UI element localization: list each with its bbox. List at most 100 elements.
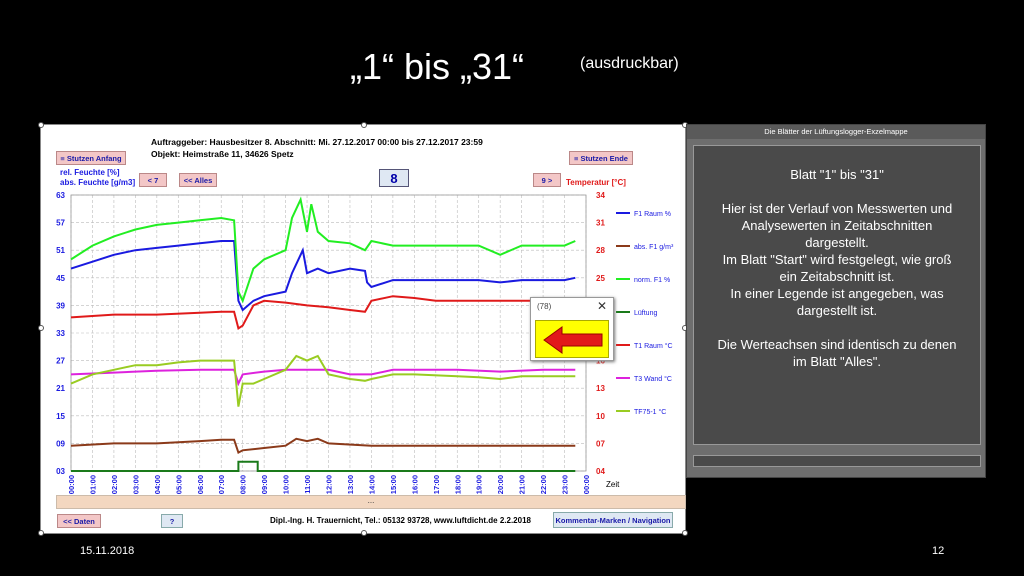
y-right-tick-label: 07 [596, 439, 605, 448]
x-tick-label: 11:00 [303, 475, 312, 494]
x-tick-label: 10:00 [282, 475, 291, 494]
panel-text-line [700, 319, 974, 336]
x-tick-label: 05:00 [174, 475, 183, 494]
panel-text-line: Die Werteachsen sind identisch zu denen [717, 337, 957, 352]
y-left-tick-label: 21 [56, 384, 65, 393]
panel-text-line: Hier ist der Verlauf von Messwerten und [721, 201, 953, 216]
x-tick-label: 06:00 [196, 475, 205, 494]
x-tick-label: 21:00 [518, 475, 527, 494]
comment-nav-button[interactable]: Kommentar-Marken / Navigation [553, 512, 673, 528]
x-tick-label: 01:00 [88, 475, 97, 494]
data-button[interactable]: << Daten [57, 514, 101, 528]
x-tick-label: 16:00 [410, 475, 419, 494]
page-number-box: 8 [379, 169, 409, 187]
prev-page-button[interactable]: < 7 [139, 173, 167, 187]
series-line [70, 240, 576, 312]
resize-handle[interactable] [38, 122, 44, 128]
legend-label: T1 Raum °C [634, 342, 673, 350]
legend-label: TF75-1 °C [634, 408, 666, 416]
legend-label: T3 Wand °C [634, 375, 672, 383]
x-tick-label: 02:00 [110, 475, 119, 494]
panel-scrollbar[interactable] [693, 455, 981, 467]
object-line: Objekt: Heimstraße 11, 34626 Spetz [151, 149, 294, 159]
x-tick-label: 09:00 [260, 475, 269, 494]
x-tick-label: 19:00 [475, 475, 484, 494]
slide-date: 15.11.2018 [80, 545, 135, 557]
stutzen-ende-button[interactable]: ≡ Stutzen Ende [569, 151, 633, 165]
right-axis-label: Temperatur [°C] [566, 178, 626, 187]
client-line: Auftraggeber: Hausbesitzer 8. Abschnitt:… [151, 137, 483, 147]
x-tick-label: 20:00 [496, 475, 505, 494]
slide-page-number: 12 [932, 545, 945, 557]
y-right-tick-label: 28 [596, 246, 605, 255]
y-left-tick-label: 03 [56, 467, 65, 476]
x-tick-label: 15:00 [389, 475, 398, 494]
panel-title: Die Blätter der Lüftungslogger-Exzelmapp… [687, 125, 985, 139]
panel-text-line: Blatt "1" bis "31" [790, 167, 884, 182]
x-axis-label: Zeit [606, 480, 620, 489]
series-line [70, 437, 576, 455]
x-tick-label: 18:00 [453, 475, 462, 494]
resize-handle[interactable] [38, 530, 44, 536]
panel-textbox: Blatt "1" bis "31" Hier ist der Verlauf … [693, 145, 981, 445]
slide-title: „1“ bis „31“ [350, 46, 525, 87]
panel-text: Blatt "1" bis "31" Hier ist der Verlauf … [694, 166, 980, 370]
series-line [70, 295, 576, 330]
panel-text-line: im Blatt "Alles". [793, 354, 881, 369]
y-left-tick-label: 27 [56, 357, 65, 366]
popup-title: (78) [537, 302, 552, 311]
panel-text-line: dargestellt. [805, 235, 869, 250]
y-right-tick-label: 13 [596, 384, 605, 393]
legend-label: abs. F1 g/m³ [634, 244, 674, 251]
panel-text-line [700, 183, 974, 200]
back-arrow-button[interactable] [535, 320, 609, 358]
all-button[interactable]: << Alles [179, 173, 217, 187]
y-right-tick-label: 31 [596, 219, 605, 228]
x-tick-label: 00:00 [582, 475, 591, 494]
series-line [70, 354, 576, 407]
x-tick-label: 14:00 [367, 475, 376, 494]
legend-label: norm. F1 % [634, 277, 670, 284]
y-left-tick-label: 33 [56, 329, 65, 338]
help-button[interactable]: ? [161, 514, 183, 528]
y-left-tick-label: 51 [56, 246, 65, 255]
x-tick-label: 07:00 [217, 475, 226, 494]
next-page-button[interactable]: 9 > [533, 173, 561, 187]
x-tick-label: 17:00 [432, 475, 441, 494]
slide-subtitle: (ausdruckbar) [580, 55, 679, 72]
status-bar: ... [56, 495, 686, 509]
panel-text-line: dargestellt ist. [796, 303, 878, 318]
close-icon[interactable]: ✕ [597, 299, 607, 313]
resize-handle[interactable] [682, 530, 688, 536]
x-tick-label: 22:00 [539, 475, 548, 494]
panel-text-line: Im Blatt "Start" wird festgelegt, wie gr… [722, 252, 952, 267]
stutzen-anfang-button[interactable]: ≡ Stutzen Anfang [56, 151, 126, 165]
panel-text-line: ein Zeitabschnitt ist. [779, 269, 895, 284]
resize-handle[interactable] [361, 530, 367, 536]
left-axis-label-abs: abs. Feuchte [g/m3] [60, 178, 136, 187]
x-tick-label: 08:00 [239, 475, 248, 494]
y-left-tick-label: 57 [56, 219, 65, 228]
y-left-tick-label: 63 [56, 191, 65, 200]
series-line [70, 368, 576, 387]
y-right-tick-label: 10 [596, 412, 605, 421]
panel-text-line: In einer Legende ist angegeben, was [730, 286, 944, 301]
x-tick-label: 04:00 [153, 475, 162, 494]
footer-text: Dipl.-Ing. H. Trauernicht, Tel.: 05132 9… [270, 516, 531, 525]
y-left-tick-label: 15 [56, 412, 65, 421]
legend-label: F1 Raum % [634, 211, 671, 218]
popup-window[interactable]: (78) ✕ [530, 297, 614, 361]
y-left-tick-label: 09 [56, 439, 65, 448]
y-right-tick-label: 34 [596, 191, 605, 200]
x-tick-label: 03:00 [131, 475, 140, 494]
legend-label: Lüftung [634, 310, 657, 317]
arrow-left-icon [543, 326, 603, 354]
y-left-tick-label: 39 [56, 301, 65, 310]
info-panel: Die Blätter der Lüftungslogger-Exzelmapp… [686, 124, 986, 478]
resize-handle[interactable] [361, 122, 367, 128]
y-left-tick-label: 45 [56, 274, 65, 283]
panel-text-line: Analysewerten in Zeitabschnitten [741, 218, 933, 233]
x-tick-label: 13:00 [346, 475, 355, 494]
y-right-tick-label: 25 [596, 274, 605, 283]
x-tick-label: 00:00 [67, 475, 76, 494]
